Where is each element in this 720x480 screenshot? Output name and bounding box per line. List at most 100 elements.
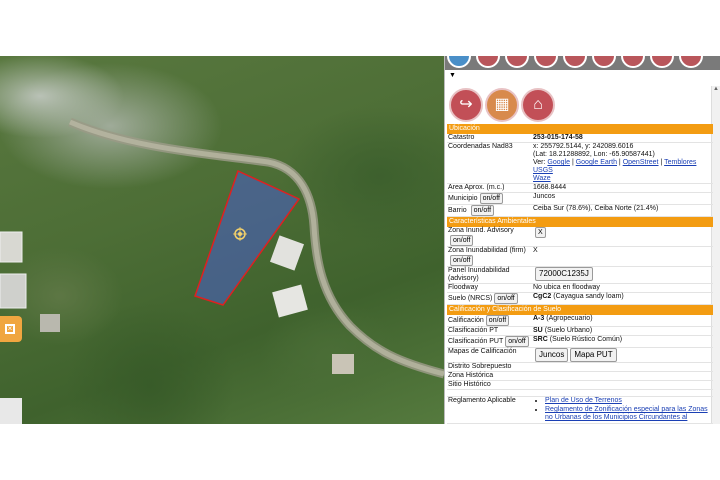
link-separator: | [571,159,574,166]
row-reglamento: Reglamento Aplicable Plan de Uso de Terr… [447,396,713,424]
ver-label: Ver: [533,159,546,166]
location-icon[interactable] [679,56,703,68]
distrito-label: Distrito Sobrepuesto [447,362,532,372]
inund-firm-toggle-button[interactable]: on/off [450,255,474,266]
row-catastro: Catastro 253-015-174-58 [447,134,713,143]
panel-label: Panel Inundabilidad (advisory) [447,266,532,284]
section-ambientales: Características Ambientales [447,216,713,227]
scroll-up-icon[interactable]: ▲ [713,86,719,92]
clasificacion-pt-code: SU [533,327,543,334]
sitio-historico-label: Sitio Histórico [447,380,532,390]
row-sitio-historico: Sitio Histórico [447,380,713,390]
suelo-code: CgC2 [533,293,552,300]
calificacion-desc: (Agropecuario) [546,315,593,322]
link-waze[interactable]: Waze [533,175,551,182]
clasificacion-pt-desc: (Suelo Urbano) [544,327,593,334]
building [0,231,23,263]
close-icon: × [5,324,15,334]
map-layer [0,117,444,379]
panel-value-button[interactable]: 72000C1235J [535,267,593,281]
draw-icon[interactable]: ↪ [449,88,483,122]
chevron-down-icon[interactable]: ▼ [449,72,456,79]
catastro-value: 253-015-174-58 [533,134,583,141]
info-panel: ▼ ↪ ▦ ⌂ ▲ Ubicación Catastro 253-015-174… [444,56,720,424]
reglamento-label: Reglamento Aplicable [447,396,532,424]
stack-icon[interactable] [476,56,500,68]
clasificacion-put-label: Clasificación PUT [448,338,504,345]
clasificacion-put-code: SRC [533,336,548,343]
municipio-label: Municipio [448,195,478,202]
edit-icon[interactable] [621,56,645,68]
clasificacion-put-desc: (Suelo Rústico Común) [549,336,623,343]
calificacion-toggle-button[interactable]: on/off [485,315,510,326]
suelo-toggle-button[interactable]: on/off [494,293,518,304]
row-panel: Panel Inundabilidad (advisory) 72000C123… [447,266,713,284]
floodway-label: Floodway [447,283,532,293]
row-distrito: Distrito Sobrepuesto [447,362,713,372]
row-suelo: Suelo (NRCS) on/off CgC2 (Cayagua sandy l… [447,292,713,305]
row-coordenadas: Coordenadas Nad83 x: 255792.5144, y: 242… [447,142,713,184]
building [272,284,308,318]
catastro-label: Catastro [447,134,532,143]
building [40,314,60,332]
link-openstreet[interactable]: OpenStreet [623,159,659,166]
toolbar [445,56,720,70]
clasificacion-put-toggle-button[interactable]: on/off [505,336,529,347]
row-mapas: Mapas de Calificación Juncos Mapa PUT [447,347,713,363]
property-info-table: Ubicación Catastro 253-015-174-58 Coorde… [447,124,713,424]
list-item: Plan de Uso de Terrenos [545,397,712,405]
inund-advisory-label: Zona Inund. Advisory [448,227,514,234]
inund-advisory-value[interactable]: X [535,227,546,238]
map-icon[interactable] [592,56,616,68]
row-clasificacion-pt: Clasificación PT SU (Suelo Urbano) [447,326,713,336]
link-separator: | [660,159,663,166]
side-toggle-button[interactable]: × [0,316,22,342]
mapa-put-button[interactable]: Mapa PUT [570,348,617,362]
municipio-toggle-button[interactable]: on/off [479,193,503,204]
zona-historica-label: Zona Histórica [447,371,532,381]
calificacion-label: Calificación [448,317,484,324]
stack-icon[interactable] [505,56,529,68]
row-clasificacion-put: Clasificación PUT on/off SRC (Suelo Rústi… [447,335,713,348]
coords-xy: x: 255792.5144, y: 242089.6016 [533,143,634,150]
crim-logo-icon[interactable]: ▦ [485,88,519,122]
area-value: 1668.8444 [532,183,713,193]
barrio-toggle-button[interactable]: on/off [470,205,495,216]
map-view[interactable] [0,56,444,424]
link-separator: | [618,159,621,166]
section-ubicacion: Ubicación [447,124,713,134]
row-inund-firm: Zona Inundabilidad (firm) on/off X [447,246,713,267]
print-icon[interactable] [650,56,674,68]
calificacion-code: A-3 [533,315,545,322]
coords-latlon: (Lat: 18.21288892, Lon: -65.90587441) [533,151,655,158]
floodway-value: No ubica en floodway [532,283,713,293]
list-item: Reglamento de Zonificación especial para… [545,406,712,422]
row-municipio: Municipio on/off Juncos [447,192,713,205]
row-floodway: Floodway No ubica en floodway [447,283,713,293]
suelo-desc: (Cayagua sandy loam) [553,293,624,300]
row-barrio: Barrio on/off Ceiba Sur (78.6%), Ceiba N… [447,204,713,217]
reglamento-link[interactable]: Reglamento de Zonificación especial para… [545,406,708,421]
mapas-label: Mapas de Calificación [447,347,532,363]
reglamento-link[interactable]: Plan de Uso de Terrenos [545,397,622,404]
clasificacion-pt-label: Clasificación PT [447,326,532,336]
reglamento-list: Plan de Uso de Terrenos Reglamento de Zo… [533,397,712,422]
juncos-map-button[interactable]: Juncos [535,348,569,362]
municipio-value: Juncos [532,192,713,205]
building [0,273,27,309]
inund-firm-label: Zona Inundabilidad (firm) [448,247,526,254]
document-icon[interactable] [563,56,587,68]
row-area: Area Aprox. (m.c.) 1668.8444 [447,183,713,193]
row-calificacion: Calificación on/off A-3 (Agropecuario) [447,315,713,327]
side-panel-strip [0,398,22,424]
layers-icon[interactable] [447,56,471,68]
link-google-earth[interactable]: Google Earth [576,159,617,166]
inund-advisory-toggle-button[interactable]: on/off [450,235,474,246]
stack-icon[interactable] [534,56,558,68]
home-icon[interactable]: ⌂ [521,88,555,122]
coordenadas-label: Coordenadas Nad83 [447,142,532,184]
row-zona-historica: Zona Histórica [447,371,713,381]
barrio-value: Ceiba Sur (78.6%), Ceiba Norte (21.4%) [532,204,713,217]
inund-firm-value: X [532,246,713,267]
link-google[interactable]: Google [547,159,570,166]
